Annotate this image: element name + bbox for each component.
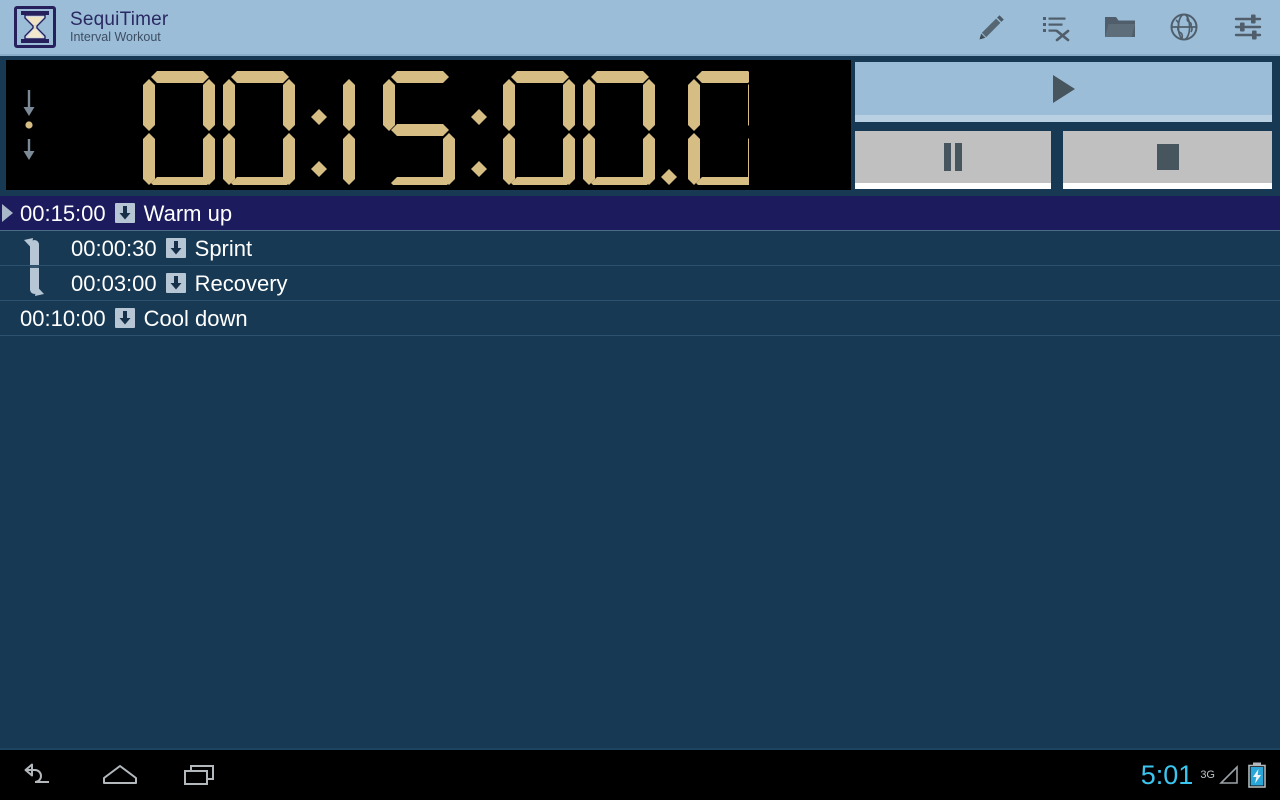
- clear-list-icon[interactable]: [1024, 0, 1088, 55]
- network-type-label: 3G: [1200, 769, 1215, 781]
- battery-charging-icon: [1248, 762, 1266, 788]
- list-item[interactable]: 00:15:00 Warm up: [0, 196, 1280, 231]
- status-clock: 5:01: [1140, 760, 1194, 790]
- down-arrow-icon: [165, 273, 186, 293]
- globe-icon[interactable]: [1152, 0, 1216, 55]
- step-marker-placeholder: [0, 231, 20, 266]
- loop-gutter: [20, 266, 42, 301]
- loop-gutter: [20, 231, 42, 266]
- lcd-time-readout: [52, 60, 851, 190]
- home-icon[interactable]: [80, 749, 160, 800]
- pause-button[interactable]: [855, 131, 1051, 189]
- recent-apps-icon[interactable]: [160, 749, 240, 800]
- page-title: SequiTimer: [70, 9, 169, 30]
- status-area: 5:01 3G: [1141, 760, 1280, 790]
- step-duration: 00:03:00: [71, 270, 157, 296]
- step-name: Recovery: [194, 270, 288, 296]
- list-item[interactable]: 00:03:00 Recovery: [0, 266, 1280, 301]
- step-marker-placeholder: [0, 266, 20, 301]
- step-duration: 00:00:30: [71, 235, 157, 261]
- step-name: Cool down: [143, 305, 248, 331]
- signal-triangle-icon: [1219, 765, 1238, 784]
- edit-icon[interactable]: [960, 0, 1024, 55]
- step-duration: 00:15:00: [20, 200, 106, 226]
- interval-step-list: 00:15:00 Warm up 00:00:30 Sprint 00:03:0…: [0, 196, 1280, 746]
- step-marker-placeholder: [0, 301, 20, 336]
- list-item[interactable]: 00:10:00 Cool down: [0, 301, 1280, 336]
- step-name: Warm up: [143, 200, 233, 226]
- down-arrow-icon: [165, 238, 186, 258]
- current-step-marker-icon: [0, 196, 20, 231]
- down-arrow-icon: [114, 308, 135, 328]
- app-root: SequiTimer Interval Workout 00:15:00 War…: [0, 0, 1280, 800]
- seven-segment-digits: [142, 71, 749, 185]
- app-title-block: SequiTimer Interval Workout: [70, 9, 168, 45]
- play-button[interactable]: [855, 62, 1272, 122]
- stop-icon: [1156, 144, 1179, 170]
- list-item[interactable]: 00:00:30 Sprint: [0, 231, 1280, 266]
- play-icon: [1052, 74, 1075, 103]
- pause-icon: [944, 143, 962, 171]
- system-navigation-bar: 5:01 3G: [0, 748, 1280, 800]
- direction-indicator-icon: [6, 60, 52, 190]
- timer-display-panel[interactable]: [6, 60, 851, 190]
- step-name: Sprint: [194, 235, 253, 261]
- down-arrow-icon: [114, 203, 135, 223]
- settings-sliders-icon[interactable]: [1216, 0, 1280, 55]
- header-toolbar: [960, 0, 1280, 55]
- stop-button[interactable]: [1063, 131, 1272, 189]
- folder-icon[interactable]: [1088, 0, 1152, 55]
- back-icon[interactable]: [0, 749, 80, 800]
- page-subtitle: Interval Workout: [70, 30, 161, 44]
- app-header: SequiTimer Interval Workout: [0, 0, 1280, 56]
- hourglass-icon: [14, 6, 56, 48]
- step-duration: 00:10:00: [20, 305, 106, 331]
